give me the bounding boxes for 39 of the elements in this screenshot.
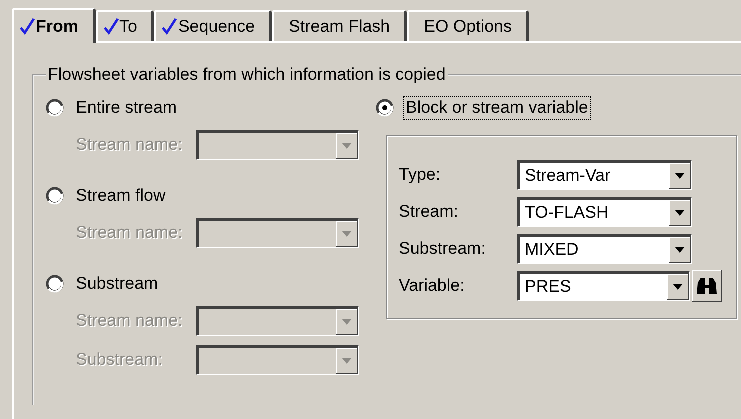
dropdown-field[interactable]: PRES (517, 270, 690, 300)
tab[interactable]: EO Options (407, 10, 530, 41)
tab[interactable]: Stream Flash (272, 10, 408, 41)
caret-icon (342, 319, 352, 325)
tab[interactable]: From (12, 8, 96, 43)
field-label: Stream name: (76, 311, 184, 331)
field-label: Variable: (399, 276, 466, 296)
field-label: Stream name: (76, 223, 184, 243)
tab[interactable]: To (96, 10, 154, 41)
binoculars-icon (696, 276, 718, 294)
radio-button[interactable] (46, 275, 64, 293)
radio-button[interactable] (46, 99, 64, 117)
caret-icon (675, 210, 685, 216)
radio-button[interactable] (46, 187, 64, 205)
option-label: Entire stream (75, 97, 178, 119)
binoculars-button[interactable] (692, 270, 722, 302)
option-label: Stream flow (75, 185, 167, 207)
tab[interactable]: Sequence (154, 10, 272, 41)
dropdown-field[interactable]: Stream-Var (517, 160, 692, 190)
check-icon (20, 18, 35, 35)
caret-icon (342, 143, 352, 149)
option-label: Substream (75, 273, 160, 295)
caret-icon (673, 284, 683, 290)
field-label: Substream: (76, 350, 164, 370)
check-icon (162, 18, 178, 35)
caret-icon (675, 246, 685, 252)
option-label: Block or stream variable (404, 97, 590, 119)
caret-icon (342, 358, 352, 364)
dropdown-field[interactable]: TO-FLASH (517, 196, 692, 226)
check-icon (104, 18, 118, 35)
dropdown-field[interactable]: MIXED (517, 234, 692, 264)
field-label: Type: (399, 164, 442, 184)
field-label: Substream: (399, 238, 487, 258)
field-label: Stream name: (76, 135, 184, 155)
caret-icon (675, 172, 685, 178)
radio-button[interactable] (376, 99, 394, 117)
caret-icon (342, 231, 352, 237)
group-title: Flowsheet variables from which information is copied (47, 65, 447, 85)
field-label: Stream: (399, 202, 460, 222)
